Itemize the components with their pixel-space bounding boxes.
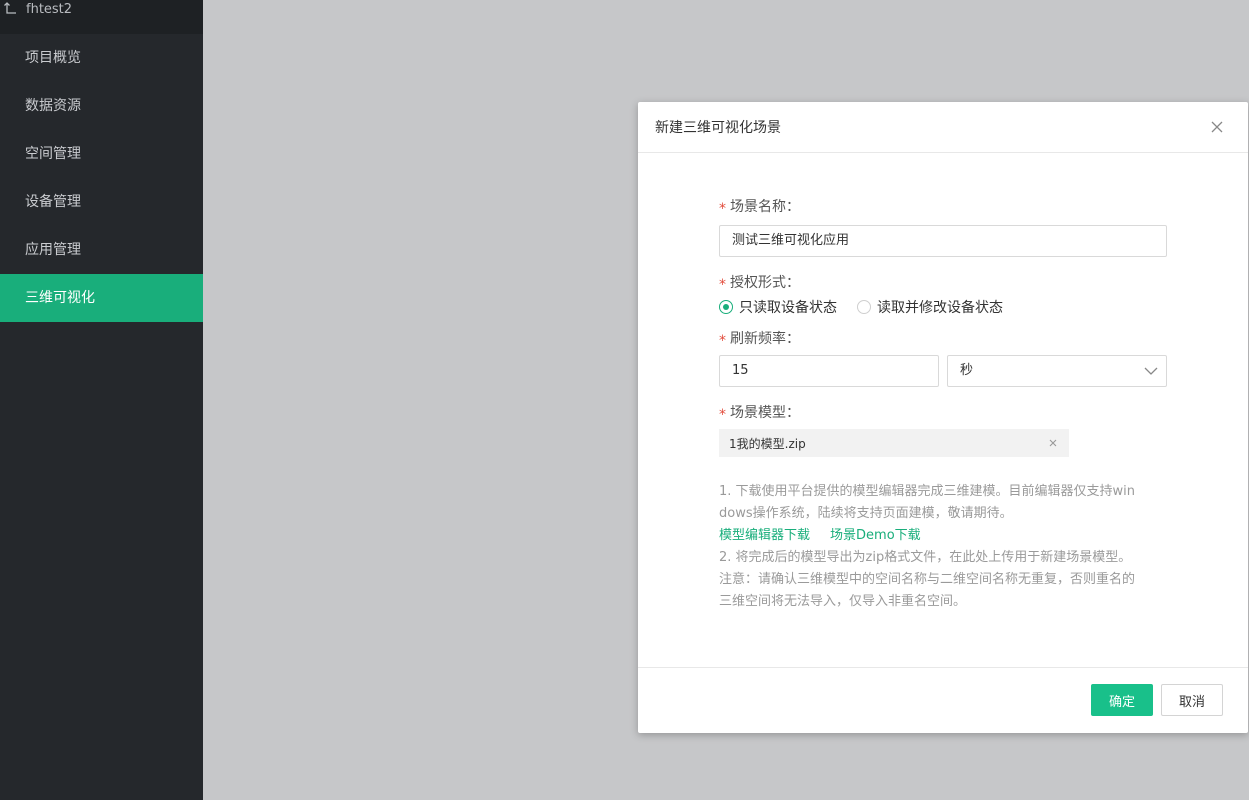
required-mark: * xyxy=(719,277,726,293)
project-header[interactable]: fhtest2 xyxy=(0,0,203,34)
help-line-1a: 1. 下载使用平台提供的模型编辑器完成三维建模。目前编辑器仅支持win xyxy=(719,484,1136,499)
confirm-button[interactable]: 确定 xyxy=(1091,684,1153,716)
new-scene-modal: 新建三维可视化场景 * 场景名称： 测试三维可视化应用 * 授权形式： 只读取设备状… xyxy=(638,102,1248,733)
file-name: 1我的模型.zip xyxy=(729,436,806,451)
nav-item-app-management[interactable]: 应用管理 xyxy=(0,226,203,274)
nav-item-data-resources[interactable]: 数据资源 xyxy=(0,82,203,130)
close-icon[interactable] xyxy=(1210,120,1224,134)
refresh-unit-value: 秒 xyxy=(960,363,974,378)
remove-file-icon[interactable] xyxy=(1049,439,1057,447)
help-line-3a: 注意：请确认三维模型中的空间名称与二维空间名称无重复，否则重名的 xyxy=(719,572,1136,587)
model-label: * 场景模型： xyxy=(719,405,800,423)
back-arrow-icon[interactable] xyxy=(4,1,18,17)
help-line-3b: 三维空间将无法导入，仅导入非重名空间。 xyxy=(719,594,967,609)
modal-header: 新建三维可视化场景 xyxy=(638,102,1248,153)
project-name: fhtest2 xyxy=(26,1,73,17)
required-mark: * xyxy=(719,407,726,423)
modal-footer: 确定 取消 xyxy=(638,667,1248,733)
nav-item-overview[interactable]: 项目概览 xyxy=(0,34,203,82)
cancel-button[interactable]: 取消 xyxy=(1161,684,1223,716)
download-links: 模型编辑器下载 场景Demo下载 xyxy=(719,525,1167,547)
sidebar: fhtest2 项目概览 数据资源 空间管理 设备管理 应用管理 三维可视化 xyxy=(0,0,203,800)
scene-form: * 场景名称： 测试三维可视化应用 * 授权形式： 只读取设备状态 读取并修改设备状… xyxy=(719,197,1167,613)
required-mark: * xyxy=(719,333,726,349)
required-mark: * xyxy=(719,201,726,217)
radio-read-write[interactable]: 读取并修改设备状态 xyxy=(857,297,1003,317)
modal-title: 新建三维可视化场景 xyxy=(655,120,781,136)
help-line-2: 2. 将完成后的模型导出为zip格式文件，在此处上传用于新建场景模型。 xyxy=(719,550,1132,565)
nav-item-space-management[interactable]: 空间管理 xyxy=(0,130,203,178)
nav-item-3d-visualization[interactable]: 三维可视化 xyxy=(0,274,203,322)
editor-download-link[interactable]: 模型编辑器下载 xyxy=(719,528,810,543)
refresh-label: * 刷新频率： xyxy=(719,331,800,349)
auth-radio-group: 只读取设备状态 读取并修改设备状态 xyxy=(719,295,1167,319)
auth-label: * 授权形式： xyxy=(719,275,800,293)
help-line-1b: dows操作系统，陆续将支持页面建模，敬请期待。 xyxy=(719,506,1013,521)
uploaded-file-item: 1我的模型.zip xyxy=(719,429,1069,457)
refresh-value-input[interactable]: 15 xyxy=(719,355,939,387)
radio-checked-icon[interactable] xyxy=(719,300,733,314)
scene-name-label: * 场景名称： xyxy=(719,199,800,217)
scene-name-input[interactable]: 测试三维可视化应用 xyxy=(719,225,1167,257)
radio-read-only[interactable]: 只读取设备状态 xyxy=(719,297,837,317)
radio-unchecked-icon[interactable] xyxy=(857,300,871,314)
refresh-row: 15 秒 xyxy=(719,355,1167,387)
chevron-down-icon xyxy=(1144,367,1158,375)
refresh-unit-select[interactable]: 秒 xyxy=(947,355,1167,387)
nav-item-device-management[interactable]: 设备管理 xyxy=(0,178,203,226)
demo-download-link[interactable]: 场景Demo下载 xyxy=(830,528,921,543)
help-text: 1. 下载使用平台提供的模型编辑器完成三维建模。目前编辑器仅支持win dows… xyxy=(719,481,1167,613)
